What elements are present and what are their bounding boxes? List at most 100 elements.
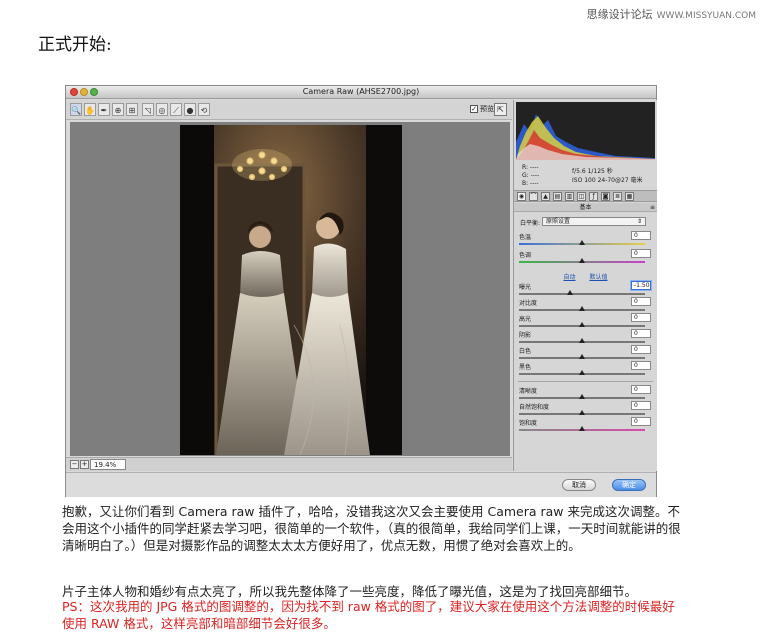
clarity-knob[interactable]	[579, 394, 585, 399]
zoom-out-icon[interactable]: −	[70, 460, 79, 469]
tab-presets-icon[interactable]: ≣	[613, 192, 622, 201]
saturation-label: 饱和度	[519, 420, 538, 427]
tab-split-toning-icon[interactable]: ▥	[565, 192, 574, 201]
highlights-value[interactable]: 0	[631, 313, 651, 322]
rotate-icon[interactable]: ⟲	[198, 103, 210, 116]
saturation-value[interactable]: 0	[631, 417, 651, 426]
exposure-knob[interactable]	[567, 290, 573, 295]
white-balance-tool-icon[interactable]: ✒	[98, 103, 110, 116]
temperature-slider[interactable]: 色温 0	[519, 231, 655, 250]
white-balance-value: 原照设置	[546, 218, 571, 225]
clarity-label: 清晰度	[519, 388, 538, 395]
watermark-text: 思缘设计论坛	[586, 8, 653, 21]
ok-button[interactable]: 确定	[612, 479, 646, 491]
white-balance-label: 白平衡:	[520, 220, 541, 227]
shadows-label: 阴影	[519, 332, 532, 339]
shadows-value[interactable]: 0	[631, 329, 651, 338]
temperature-knob[interactable]	[579, 240, 585, 245]
whites-knob[interactable]	[579, 354, 585, 359]
tint-label: 色调	[519, 252, 532, 259]
tab-lens-icon[interactable]: ◫	[577, 192, 586, 201]
zoom-bar: − + 19.4%	[66, 457, 512, 471]
info-readout: R: ---- G: ---- B: ---- f/5.6 1/125 秒 IS…	[516, 162, 655, 190]
hand-tool-icon[interactable]: ✋	[84, 103, 96, 116]
contrast-value[interactable]: 0	[631, 297, 651, 306]
watermark-site: WWW.MISSYUAN.COM	[656, 11, 756, 21]
exif-aperture-shutter: f/5.6 1/125 秒	[572, 168, 613, 175]
auto-link[interactable]: 自动	[564, 274, 576, 281]
zoom-in-icon[interactable]: +	[80, 460, 89, 469]
wedding-photo	[180, 125, 402, 455]
image-canvas[interactable]	[70, 122, 510, 456]
preview-checkbox[interactable]: ✓	[470, 105, 478, 113]
crop-tool-icon[interactable]: ◹	[142, 103, 154, 116]
vibrance-label: 自然饱和度	[519, 404, 550, 411]
zoom-tool-icon[interactable]: 🔍	[70, 103, 82, 116]
temperature-value[interactable]: 0	[631, 231, 651, 240]
contrast-label: 对比度	[519, 300, 538, 307]
contrast-knob[interactable]	[579, 306, 585, 311]
exposure-track	[519, 293, 645, 295]
tint-knob[interactable]	[579, 258, 585, 263]
preview-label: 预览	[480, 105, 494, 113]
panel-menu-icon[interactable]: ≡	[650, 203, 655, 212]
tab-camera-calibration-icon[interactable]: ◙	[601, 192, 610, 201]
adjustments-panel: R: ---- G: ---- B: ---- f/5.6 1/125 秒 IS…	[513, 100, 657, 471]
basic-section-title: 基本	[579, 204, 592, 211]
tool-bar: 🔍 ✋ ✒ ⊕ ⊞ ◹ ◎ ⟋ ● ⟲ ✓ 预览 ⇱	[66, 100, 512, 120]
clarity-value[interactable]: 0	[631, 385, 651, 394]
dialog-button-bar: 取消 确定	[66, 472, 656, 497]
exposure-label: 曝光	[519, 284, 532, 291]
watermark: 思缘设计论坛 WWW.MISSYUAN.COM	[587, 6, 756, 22]
auto-default-links: 自动 默认值	[514, 272, 657, 281]
white-balance-select[interactable]: 原照设置 ⇕	[542, 217, 646, 226]
target-adjust-tool-icon[interactable]: ⊞	[126, 103, 138, 116]
graduated-filter-icon[interactable]: ●	[184, 103, 196, 116]
tab-snapshots-icon[interactable]: ▦	[625, 192, 634, 201]
window-title: Camera Raw (AHSE2700.jpg)	[302, 87, 420, 96]
whites-label: 白色	[519, 348, 532, 355]
color-sampler-tool-icon[interactable]: ⊕	[112, 103, 124, 116]
saturation-slider[interactable]: 饱和度 0	[519, 417, 655, 436]
exif-iso-focal: ISO 100 24-70@27 毫米	[572, 177, 643, 184]
blacks-value[interactable]: 0	[631, 361, 651, 370]
saturation-knob[interactable]	[579, 426, 585, 431]
tab-detail-icon[interactable]: ▲	[541, 192, 550, 201]
temperature-label: 色温	[519, 234, 532, 241]
shadows-knob[interactable]	[579, 338, 585, 343]
highlights-knob[interactable]	[579, 322, 585, 327]
zoom-level-select[interactable]: 19.4%	[90, 459, 126, 470]
exposure-value[interactable]: -1.50	[631, 281, 651, 290]
section-divider	[518, 381, 653, 382]
cancel-button[interactable]: 取消	[562, 479, 596, 491]
tab-basic-icon[interactable]: ◉	[517, 192, 526, 201]
adjustment-brush-icon[interactable]: ⟋	[170, 103, 182, 116]
basic-section-header: 基本 ≡	[514, 203, 657, 212]
ps-note-paragraph: PS：这次我用的 JPG 格式的图调整的，因为找不到 raw 格式的图了，建议大…	[62, 599, 675, 631]
panel-tabs: ◉ ⌒ ▲ ▤ ▥ ◫ ƒ ◙ ≣ ▦	[514, 190, 657, 202]
red-eye-tool-icon[interactable]: ◎	[156, 103, 168, 116]
blacks-knob[interactable]	[579, 370, 585, 375]
intro-paragraph: 抱歉，又让你们看到 Camera raw 插件了，哈哈，没错我这次又会主要使用 …	[62, 504, 681, 553]
default-link[interactable]: 默认值	[589, 274, 607, 281]
red-readout: R: ----	[522, 164, 539, 171]
tab-effects-icon[interactable]: ƒ	[589, 192, 598, 201]
tint-value[interactable]: 0	[631, 249, 651, 258]
camera-raw-window: Camera Raw (AHSE2700.jpg) 🔍 ✋ ✒ ⊕ ⊞ ◹ ◎ …	[65, 85, 657, 497]
chevron-updown-icon: ⇕	[636, 218, 642, 225]
blacks-label: 黑色	[519, 364, 532, 371]
tab-hsl-icon[interactable]: ▤	[553, 192, 562, 201]
window-titlebar: Camera Raw (AHSE2700.jpg)	[66, 86, 656, 99]
tab-tone-curve-icon[interactable]: ⌒	[529, 192, 538, 201]
blacks-slider[interactable]: 黑色 0	[519, 361, 655, 380]
blue-readout: B: ----	[522, 180, 539, 187]
section-heading: 正式开始:	[38, 35, 112, 55]
vibrance-value[interactable]: 0	[631, 401, 651, 410]
whites-value[interactable]: 0	[631, 345, 651, 354]
highlights-label: 高光	[519, 316, 532, 323]
green-readout: G: ----	[522, 172, 540, 179]
fullscreen-icon[interactable]: ⇱	[494, 103, 507, 116]
vibrance-knob[interactable]	[579, 410, 585, 415]
histogram	[516, 102, 655, 160]
tint-slider[interactable]: 色调 0	[519, 249, 655, 268]
